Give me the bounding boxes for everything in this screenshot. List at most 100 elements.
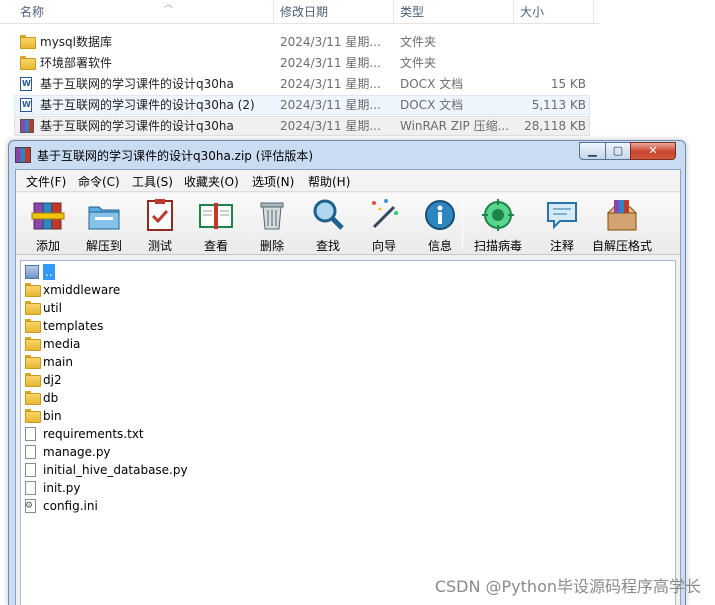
folder-icon [25, 373, 41, 387]
folder-icon [25, 319, 41, 333]
winrar-app-icon[interactable] [15, 147, 31, 163]
entry-name: util [43, 301, 62, 315]
sfx-label: 自解压格式 [591, 239, 652, 253]
column-size-label: 大小 [520, 5, 545, 19]
list-item[interactable]: templates [23, 317, 623, 335]
word-doc-icon [20, 77, 32, 91]
folder-icon [20, 56, 36, 70]
close-icon: ✕ [648, 144, 658, 157]
file-type: 文件夹 [400, 35, 437, 49]
list-item[interactable]: requirements.txt [23, 425, 623, 443]
sfx-box-icon [606, 200, 638, 231]
menu-command[interactable]: 命令(C) [78, 173, 120, 190]
extract-to-button[interactable]: 解压到 [76, 195, 132, 253]
maximize-button[interactable]: ▢ [605, 142, 631, 160]
list-item[interactable]: manage.py [23, 443, 623, 461]
comment-button[interactable]: 注释 [534, 195, 590, 253]
explorer-window: 名称 ︿ 修改日期 类型 大小 mysql数据库 2024/3/11 星期...… [0, 0, 715, 140]
entry-name: manage.py [43, 445, 111, 459]
column-type[interactable]: 类型 [394, 0, 514, 24]
list-item[interactable]: db [23, 389, 623, 407]
explorer-row[interactable]: 基于互联网的学习课件的设计q30ha 2024/3/11 星期... DOCX … [14, 74, 590, 94]
close-button[interactable]: ✕ [630, 142, 676, 160]
toolbar: 添加 解压到 测试 查看 删除 查找 向导 信息 扫描病毒 注释 自解压格式 [16, 193, 680, 255]
virus-scan-button[interactable]: 扫描病毒 [470, 195, 526, 253]
list-item[interactable]: init.py [23, 479, 623, 497]
find-magnifier-icon [313, 199, 344, 230]
entry-name: xmiddleware [43, 283, 121, 297]
entry-name: media [43, 337, 81, 351]
file-size: 28,118 KB [524, 119, 586, 133]
menu-favorites[interactable]: 收藏夹(O) [184, 173, 239, 190]
text-file-icon [25, 427, 36, 441]
column-name[interactable]: 名称 ︿ [14, 0, 274, 24]
list-item[interactable]: util [23, 299, 623, 317]
view-button[interactable]: 查看 [188, 195, 244, 253]
explorer-row-selected[interactable]: 基于互联网的学习课件的设计q30ha (2) 2024/3/11 星期... D… [14, 95, 590, 115]
list-item[interactable]: main [23, 353, 623, 371]
winrar-window: 基于互联网的学习课件的设计q30ha.zip (评估版本) ▁ ▢ ✕ 文件(F… [8, 140, 686, 605]
menu-tools[interactable]: 工具(S) [132, 173, 173, 190]
minimize-icon: ▁ [588, 144, 597, 157]
explorer-row-focused[interactable]: 基于互联网的学习课件的设计q30ha 2024/3/11 星期... WinRA… [14, 116, 590, 136]
info-button[interactable]: 信息 [412, 195, 468, 253]
delete-button[interactable]: 删除 [244, 195, 300, 253]
list-item[interactable]: config.ini [23, 497, 623, 515]
column-date-label: 修改日期 [280, 5, 329, 19]
entry-name: templates [43, 319, 104, 333]
folder-icon [25, 391, 41, 405]
word-doc-icon [20, 98, 32, 112]
entry-name: initial_hive_database.py [43, 463, 188, 477]
entry-name: dj2 [43, 373, 62, 387]
list-item[interactable]: xmiddleware [23, 281, 623, 299]
list-item[interactable]: initial_hive_database.py [23, 461, 623, 479]
file-type: WinRAR ZIP 压缩... [400, 119, 510, 133]
entry-name: main [43, 355, 73, 369]
column-size[interactable]: 大小 [514, 0, 594, 24]
file-name: 基于互联网的学习课件的设计q30ha (2) [40, 98, 255, 112]
virus-scan-icon [482, 199, 514, 231]
minimize-button[interactable]: ▁ [579, 142, 606, 160]
entry-name: .. [43, 264, 55, 280]
info-icon [425, 200, 455, 230]
title-bar[interactable]: 基于互联网的学习课件的设计q30ha.zip (评估版本) ▁ ▢ ✕ [9, 141, 685, 169]
menu-options[interactable]: 选项(N) [252, 173, 294, 190]
folder-icon [20, 35, 36, 49]
sfx-button[interactable]: 自解压格式 [592, 195, 652, 253]
file-date: 2024/3/11 星期... [280, 119, 381, 133]
find-button[interactable]: 查找 [300, 195, 356, 253]
test-button[interactable]: 测试 [132, 195, 188, 253]
folder-icon [25, 337, 41, 351]
menu-help[interactable]: 帮助(H) [308, 173, 350, 190]
explorer-row[interactable]: 环境部署软件 2024/3/11 星期... 文件夹 [14, 53, 590, 73]
sort-arrow-icon: ︿ [164, 0, 174, 10]
list-item-parent-dir[interactable]: .. [23, 263, 623, 281]
delete-trash-icon [260, 202, 284, 230]
file-name: 基于互联网的学习课件的设计q30ha [40, 77, 234, 91]
entry-name: bin [43, 409, 62, 423]
view-book-icon [199, 203, 233, 229]
file-name: 基于互联网的学习课件的设计q30ha [40, 119, 234, 133]
file-date: 2024/3/11 星期... [280, 77, 381, 91]
wizard-button[interactable]: 向导 [356, 195, 412, 253]
folder-icon [25, 283, 41, 297]
list-item[interactable]: dj2 [23, 371, 623, 389]
winrar-client-area: 文件(F) 命令(C) 工具(S) 收藏夹(O) 选项(N) 帮助(H) 添加 [15, 169, 681, 605]
winrar-archive-icon [20, 119, 34, 133]
file-type: 文件夹 [400, 56, 437, 70]
explorer-row[interactable]: mysql数据库 2024/3/11 星期... 文件夹 [14, 32, 590, 52]
window-title: 基于互联网的学习课件的设计q30ha.zip (评估版本) [37, 149, 314, 163]
test-icon [147, 199, 173, 231]
add-button[interactable]: 添加 [20, 195, 76, 253]
column-date[interactable]: 修改日期 [274, 0, 394, 24]
entry-name: db [43, 391, 59, 405]
list-item[interactable]: media [23, 335, 623, 353]
list-item[interactable]: bin [23, 407, 623, 425]
virus-scan-label: 扫描病毒 [473, 239, 522, 253]
archive-file-list[interactable]: .. xmiddleware util templates media main [20, 260, 676, 605]
explorer-column-header: 名称 ︿ 修改日期 类型 大小 [0, 0, 600, 24]
config-file-icon [25, 499, 36, 513]
file-name: 环境部署软件 [40, 56, 113, 70]
folder-icon [25, 409, 41, 423]
menu-file[interactable]: 文件(F) [26, 173, 66, 190]
